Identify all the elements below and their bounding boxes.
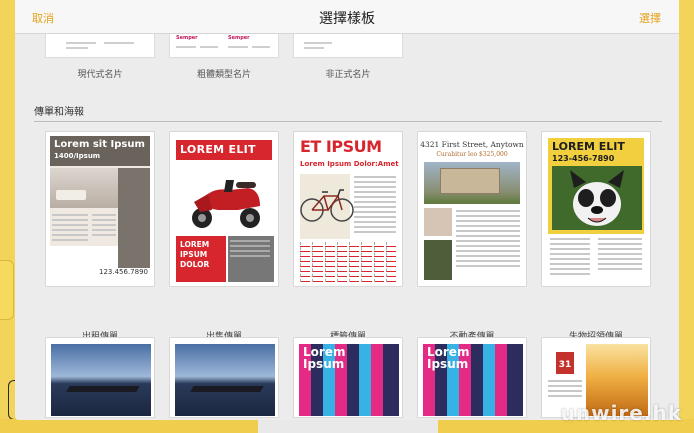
template-thumbnail-photo-poster[interactable] xyxy=(45,337,155,418)
template-thumbnail-lost-found-flyer[interactable]: LOREM ELIT 123-456-7890 xyxy=(541,131,651,287)
flyer-headline: Lorem sit Ipsum xyxy=(54,139,145,150)
template-thumbnail-stripe-poster[interactable]: Lorem Ipsum xyxy=(293,337,403,418)
poster-text: Lorem Ipsum xyxy=(427,345,470,371)
template-gallery: 現代式名片 Semper Semper 粗體類型名片 非正式名片 傳單和海報 L… xyxy=(15,34,679,420)
template-label: 粗體類型名片 xyxy=(196,70,251,80)
card-brand: Semper xyxy=(228,35,250,41)
template-chooser-modal: 取消 選擇樣板 選擇 現代式名片 Semper Semper 粗體類型名片 非正… xyxy=(15,0,679,420)
watermark: unwire.hk xyxy=(560,401,682,425)
card-brand: Semper xyxy=(176,35,198,41)
template-thumbnail-modern-card[interactable] xyxy=(45,34,155,58)
flyer-subheadline: Lorem Ipsum Dolor:Amet xyxy=(300,160,399,168)
template-label: 非正式名片 xyxy=(325,70,371,80)
navigation-bar: 取消 選擇樣板 選擇 xyxy=(15,0,679,34)
template-thumbnail-stripe-poster-2[interactable]: Lorem Ipsum xyxy=(417,337,527,418)
template-thumbnail-sale-flyer[interactable]: LOREM ELIT LOREM IPSUM DOLOR xyxy=(169,131,279,287)
template-thumbnail-informal-card[interactable] xyxy=(293,34,403,58)
template-label: 現代式名片 xyxy=(77,70,123,80)
template-thumbnail-tag-flyer[interactable]: ET IPSUM Lorem Ipsum Dolor:Amet xyxy=(293,131,403,287)
section-divider xyxy=(34,121,662,122)
flyer-headline: LOREM ELIT xyxy=(180,143,256,156)
template-thumbnail-photo-poster-2[interactable] xyxy=(169,337,279,418)
flyer-headline: LOREM ELIT xyxy=(552,140,625,153)
flyer-subheadline: 1400/Ipsum xyxy=(54,152,101,160)
scooter-image xyxy=(178,166,272,234)
dog-image xyxy=(552,166,642,230)
template-thumbnail-real-estate-flyer[interactable]: 4321 First Street, Anytown Curabitur leo… xyxy=(417,131,527,287)
poster-text: Lorem Ipsum xyxy=(303,345,346,371)
choose-button[interactable]: 選擇 xyxy=(639,10,661,26)
backdrop-bottom-bar xyxy=(258,419,438,433)
flyer-phone: 123-456-7890 xyxy=(552,154,615,163)
template-thumbnail-bold-card[interactable]: Semper Semper xyxy=(169,34,279,58)
bicycle-image xyxy=(300,189,354,222)
date-badge: 31 xyxy=(556,352,574,374)
backdrop-document-edge xyxy=(0,260,14,320)
section-title: 傳單和海報 xyxy=(34,107,84,118)
flyer-box-text: LOREM IPSUM DOLOR xyxy=(180,240,210,269)
modal-title: 選擇樣板 xyxy=(319,11,375,27)
flyer-headline: 4321 First Street, Anytown xyxy=(420,140,524,149)
flyer-subheadline: Curabitur leo $325,000 xyxy=(436,151,508,158)
flyer-headline: ET IPSUM xyxy=(300,137,382,156)
template-thumbnail-rental-flyer[interactable]: Lorem sit Ipsum 1400/Ipsum 123.456.7890 xyxy=(45,131,155,287)
flyer-phone: 123.456.7890 xyxy=(99,268,148,276)
